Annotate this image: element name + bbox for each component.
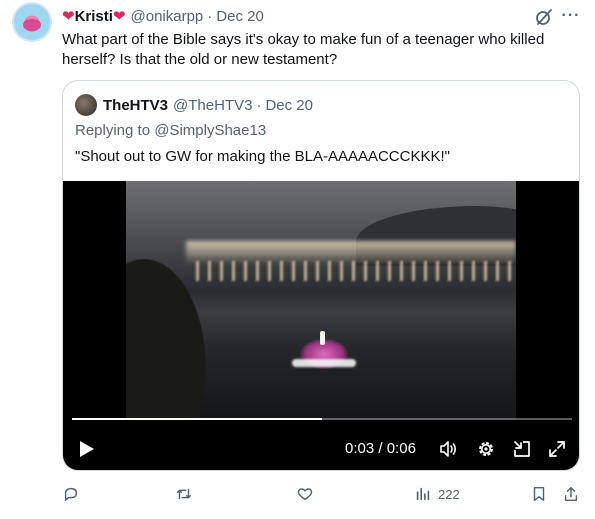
quoted-text: "Shout out to GW for making the BLA-AAAA… — [75, 148, 450, 165]
quoted-date[interactable]: Dec 20 — [265, 97, 313, 114]
video-boat — [292, 331, 356, 377]
author-handle[interactable]: @onikarpp — [131, 8, 204, 25]
tweet-actions: 222 — [62, 484, 582, 504]
video-time: 0:03 / 0:06 — [345, 440, 416, 457]
views-button[interactable]: 222 — [414, 484, 460, 504]
more-icon[interactable]: ··· — [561, 6, 581, 26]
fullscreen-icon[interactable] — [547, 439, 567, 459]
views-icon — [416, 487, 430, 501]
video-reflections — [196, 261, 516, 281]
video-progress-fill — [72, 418, 322, 420]
quoted-avatar[interactable] — [75, 94, 97, 116]
like-icon — [297, 488, 313, 501]
views-count: 222 — [438, 486, 460, 502]
current-time: 0:03 — [345, 440, 375, 457]
video-frame[interactable] — [126, 181, 516, 420]
quoted-tweet[interactable]: TheHTV3 @TheHTV3 · Dec 20 Replying to @S… — [62, 80, 580, 471]
tweet-text: What part of the Bible says it's okay to… — [62, 31, 545, 68]
quoted-author-handle[interactable]: @TheHTV3 — [173, 97, 252, 114]
video-city-lights — [186, 241, 516, 263]
video-player[interactable]: 0:03 / 0:06 — [63, 181, 579, 470]
settings-icon[interactable] — [476, 439, 496, 459]
bookmark-icon — [533, 486, 545, 502]
volume-icon[interactable] — [438, 439, 458, 459]
grok-icon[interactable] — [534, 7, 554, 27]
heart-icon: ❤ — [62, 8, 75, 25]
share-icon — [564, 486, 578, 502]
pip-icon[interactable] — [512, 439, 532, 459]
tweet[interactable]: ❤ Kristi ❤ @onikarpp · Dec 20 ··· What p… — [0, 0, 595, 519]
separator-dot: · — [207, 7, 213, 25]
bookmark-button[interactable] — [530, 484, 548, 504]
reply-icon — [64, 487, 78, 502]
retweet-button[interactable] — [175, 484, 193, 504]
duration: 0:06 — [386, 440, 416, 457]
author-name[interactable]: Kristi — [75, 8, 113, 25]
video-shoreline — [126, 241, 216, 420]
separator-dot: · — [256, 96, 262, 114]
avatar[interactable] — [12, 2, 52, 42]
reply-button[interactable] — [62, 484, 80, 504]
quoted-author-name[interactable]: TheHTV3 — [103, 97, 168, 114]
tweet-date[interactable]: Dec 20 — [216, 8, 264, 25]
share-button[interactable] — [562, 484, 580, 504]
heart-icon: ❤ — [112, 8, 126, 25]
tweet-header: ❤ Kristi ❤ @onikarpp · Dec 20 — [62, 5, 264, 27]
play-icon[interactable] — [79, 440, 95, 458]
replying-to: Replying to @SimplyShae13 — [75, 122, 266, 139]
replying-prefix: Replying to — [75, 122, 155, 139]
video-controls: 0:03 / 0:06 — [63, 431, 579, 467]
replying-to-handle[interactable]: @SimplyShae13 — [154, 122, 266, 139]
retweet-icon — [176, 488, 192, 500]
video-progress-bar[interactable] — [72, 418, 572, 420]
quoted-header: TheHTV3 @TheHTV3 · Dec 20 — [103, 94, 313, 116]
time-separator: / — [374, 440, 387, 457]
like-button[interactable] — [296, 484, 314, 504]
